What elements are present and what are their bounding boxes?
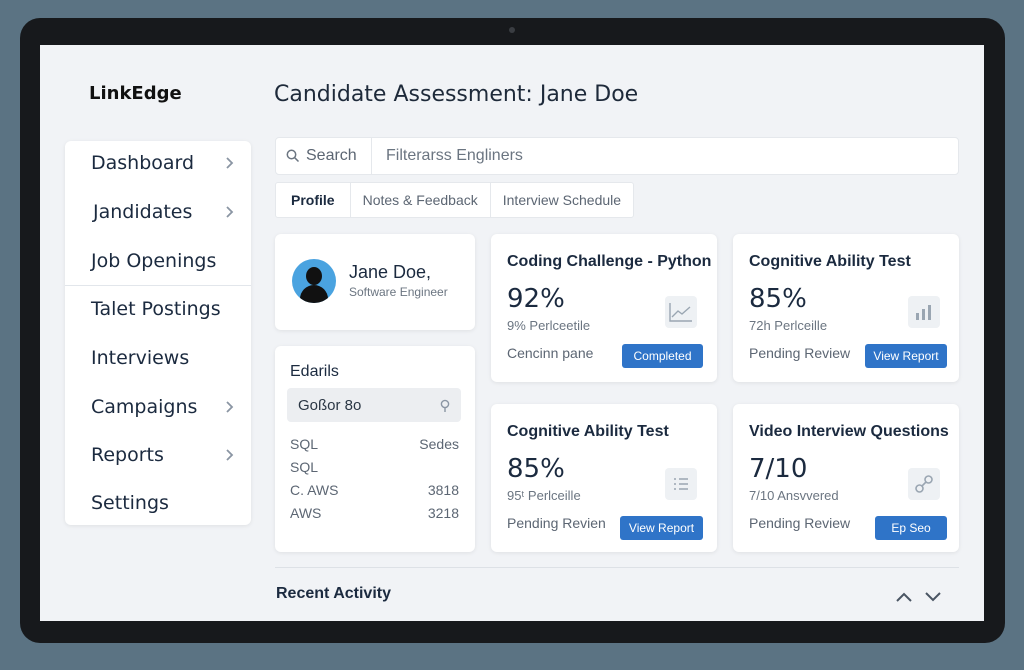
recent-activity-title: Recent Activity xyxy=(276,585,391,602)
tab-profile[interactable]: Profile xyxy=(276,183,351,217)
assessment-status: Pending Revien xyxy=(507,515,606,531)
sidebar-item-reports[interactable]: Reports xyxy=(65,435,251,475)
chevron-right-icon xyxy=(226,401,234,413)
sidebar-item-job-openings[interactable]: Job Openings xyxy=(65,241,251,281)
search-input[interactable] xyxy=(372,138,958,174)
avatar xyxy=(292,259,336,303)
assessment-card: Video Interview Questions 7/10 7/10 Ansv… xyxy=(733,404,959,552)
screen: LinkEdge Candidate Assessment: Jane Doe … xyxy=(40,45,984,621)
profile-name: Jane Doe, xyxy=(349,262,432,282)
recent-divider xyxy=(275,567,959,568)
page-title: Candidate Assessment: Jane Doe xyxy=(274,82,639,107)
detail-skill: SQL xyxy=(290,459,319,475)
search-button[interactable]: Search xyxy=(276,138,372,174)
detail-skill: AWS xyxy=(290,505,322,521)
sidebar-item-label: Reports xyxy=(91,444,164,466)
assessment-status: Cencinn pane xyxy=(507,345,594,361)
assessment-title: Video Interview Questions xyxy=(749,423,949,440)
detail-value: 3818 xyxy=(427,482,459,498)
assessment-score: 85% xyxy=(507,454,565,484)
sidebar-item-label: Interviews xyxy=(91,347,190,369)
sidebar-item-talent-postings[interactable]: Talet Postings xyxy=(65,289,251,329)
chevron-up-icon[interactable] xyxy=(895,590,913,604)
details-select-value: Goßor 8o xyxy=(298,396,362,414)
sidebar-item-label: Dashboard xyxy=(91,152,195,174)
assessment-title: Coding Challenge - Python xyxy=(507,253,712,270)
tab-bar: Profile Notes & Feedback Interview Sched… xyxy=(275,182,635,218)
assessment-card: Cognitive Ability Test 85% 72h Perlceill… xyxy=(733,234,959,382)
sidebar-item-campaigns[interactable]: Campaigns xyxy=(65,387,251,427)
assessment-status: Pending Review xyxy=(749,345,851,361)
detail-value: 3218 xyxy=(427,505,459,521)
avatar-head xyxy=(306,267,322,285)
bar-chart-icon xyxy=(908,296,940,328)
tab-notes-feedback[interactable]: Notes & Feedback xyxy=(351,183,491,217)
list-icon xyxy=(665,468,697,500)
assessment-score: 92% xyxy=(507,284,565,314)
assessment-score: 85% xyxy=(749,284,807,314)
sidebar: Dashboard Jandidates Job Openings Talet … xyxy=(65,141,251,525)
line-chart-icon xyxy=(665,296,697,328)
profile-role: Software Engineer xyxy=(349,285,448,299)
assessment-title: Cognitive Ability Test xyxy=(507,423,669,440)
ep-seo-button[interactable]: Ep Seo xyxy=(875,516,947,540)
sidebar-divider xyxy=(65,285,251,286)
details-title: Edarils xyxy=(290,363,339,380)
avatar-body xyxy=(300,285,328,303)
assessment-card: Cognitive Ability Test 85% 95ᵗ Perlceill… xyxy=(491,404,717,552)
app-logo[interactable]: LinkEdge xyxy=(89,83,182,104)
assessment-card: Coding Challenge - Python 92% 9% Perlcee… xyxy=(491,234,717,382)
sidebar-item-label: Jandidates xyxy=(93,201,193,223)
details-select[interactable]: Goßor 8o xyxy=(287,388,461,422)
sidebar-item-label: Campaigns xyxy=(91,396,198,418)
view-report-button[interactable]: View Report xyxy=(620,516,703,540)
sidebar-item-interviews[interactable]: Interviews xyxy=(65,338,251,378)
assessment-percentile: 7/10 Ansvvered xyxy=(749,488,839,503)
detail-value: Sedes xyxy=(419,436,459,452)
sidebar-item-candidates[interactable]: Jandidates xyxy=(65,192,251,232)
chevron-right-icon xyxy=(226,206,234,218)
sidebar-item-label: Talet Postings xyxy=(91,298,221,320)
assessment-title: Cognitive Ability Test xyxy=(749,253,911,270)
view-report-button[interactable]: View Report xyxy=(865,344,947,368)
assessment-percentile: 9% Perlceetile xyxy=(507,318,591,333)
chevron-down-icon[interactable] xyxy=(924,590,942,604)
search-icon xyxy=(286,149,300,163)
completed-button[interactable]: Completed xyxy=(622,344,703,368)
sidebar-item-label: Job Openings xyxy=(91,250,217,272)
search-bar: Search xyxy=(275,137,959,175)
detail-skill: SQL xyxy=(290,436,319,452)
chevron-right-icon xyxy=(226,449,234,461)
detail-skill: C. AWS xyxy=(290,482,339,498)
assessment-score: 7/10 xyxy=(749,454,808,484)
link-icon xyxy=(908,468,940,500)
assessment-percentile: 95ᵗ Perlceille xyxy=(507,488,581,503)
camera-dot xyxy=(509,27,515,33)
sidebar-item-dashboard[interactable]: Dashboard xyxy=(65,143,251,183)
chevron-right-icon xyxy=(226,157,234,169)
tab-interview-schedule[interactable]: Interview Schedule xyxy=(491,183,633,217)
assessment-status: Pending Review xyxy=(749,515,851,531)
search-label: Search xyxy=(306,147,357,164)
sidebar-item-settings[interactable]: Settings xyxy=(65,483,251,523)
location-pin-icon xyxy=(440,399,450,412)
sidebar-item-label: Settings xyxy=(91,492,169,514)
details-card: Edarils Goßor 8o SQL Sedes SQL C. AWS 38… xyxy=(275,346,475,552)
profile-card: Jane Doe, Software Engineer xyxy=(275,234,475,330)
assessment-percentile: 72h Perlceille xyxy=(749,318,828,333)
